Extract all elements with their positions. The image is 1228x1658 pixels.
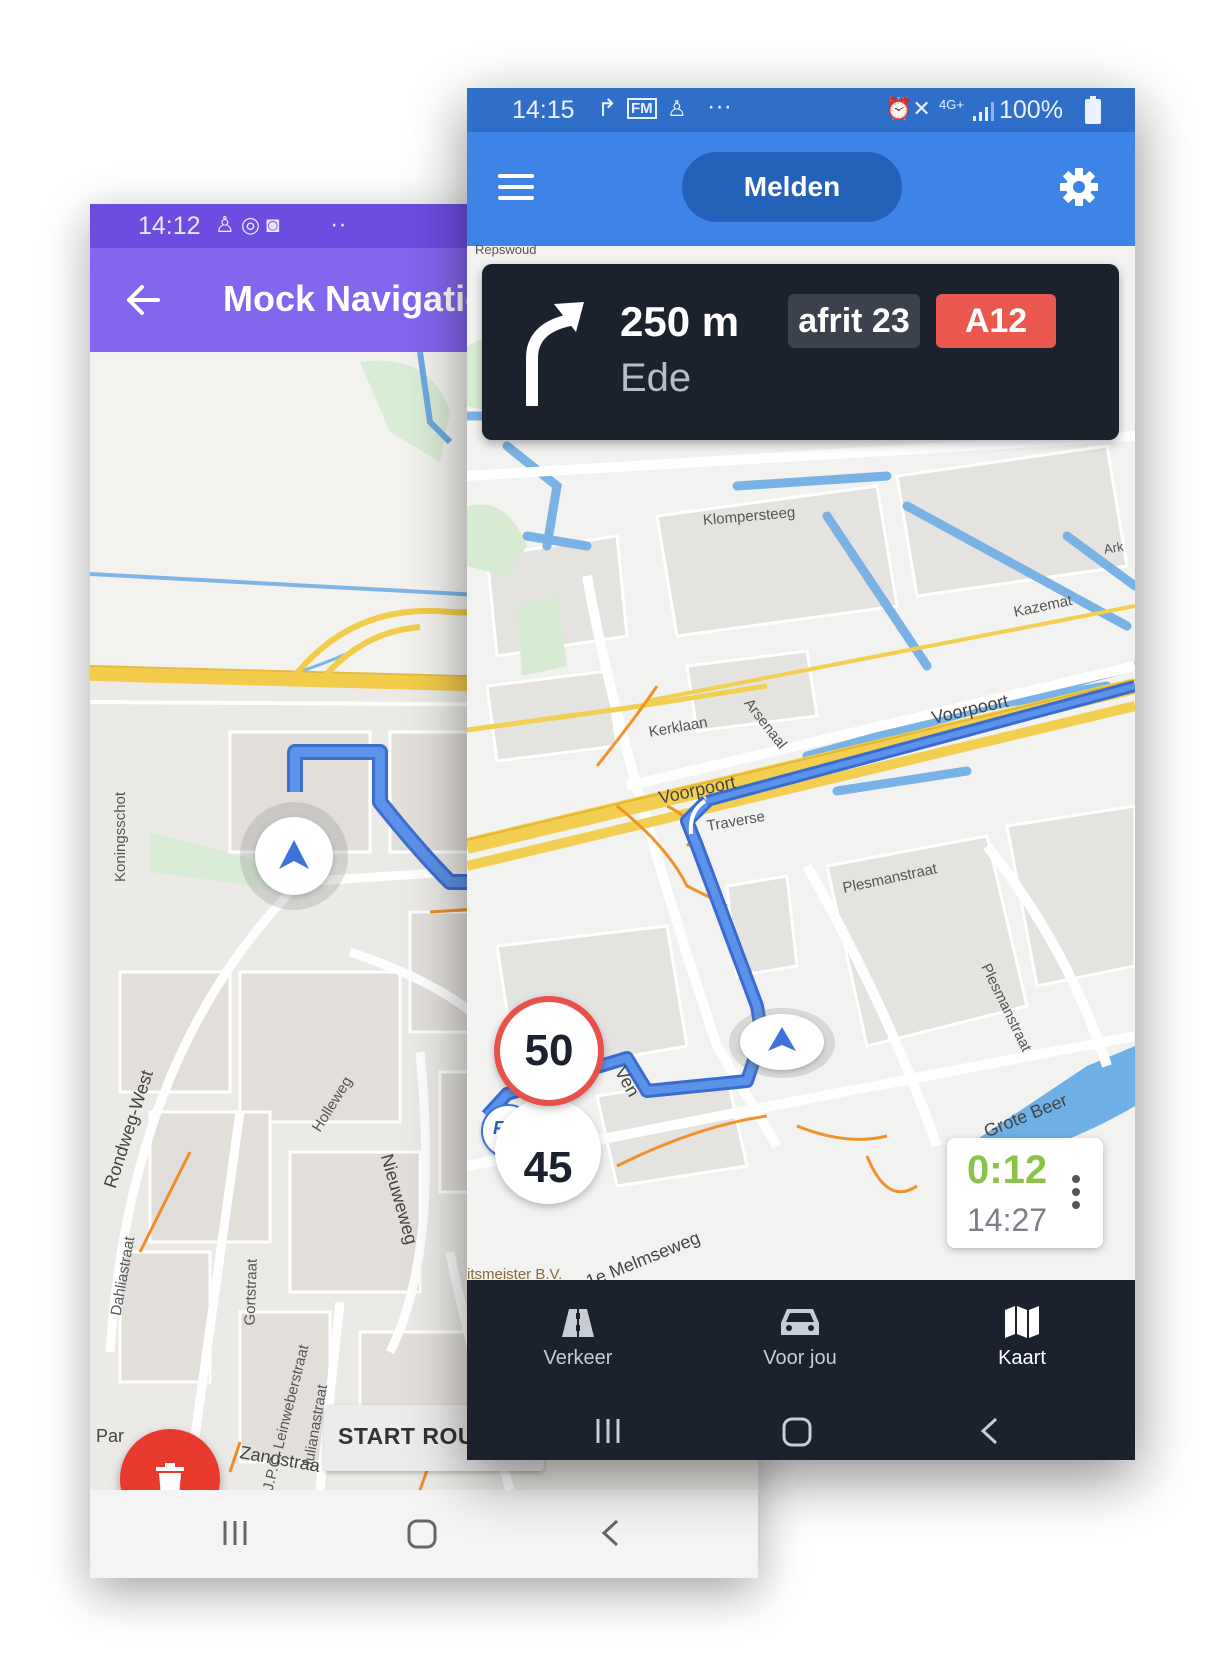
turn-distance: 250 m [620, 298, 740, 345]
start-route-label: START ROU [338, 1423, 475, 1449]
home-icon[interactable] [406, 1518, 438, 1550]
back-icon[interactable] [600, 1518, 620, 1548]
exit-badge-label: afrit 23 [798, 301, 910, 340]
map-label-par: Par [96, 1426, 125, 1446]
battery-icon [1085, 96, 1101, 124]
report-button-label: Melden [743, 171, 841, 202]
road-badge: A12 [936, 294, 1056, 348]
app-bar: Melden [467, 132, 1135, 246]
speed-limit-sign: 50 [494, 996, 604, 1106]
exit-badge: afrit 23 [788, 294, 920, 348]
turn-instruction-panel: 250 m Ede afrit 23 A12 [482, 264, 1119, 440]
back-icon[interactable] [979, 1416, 999, 1446]
signal-icon [973, 102, 994, 121]
tab-kaart-label: Kaart [998, 1347, 1046, 1369]
notification-icon: ♙ [667, 96, 687, 121]
eta-remaining: 0:12 [967, 1148, 1048, 1192]
navigation-arrow-icon [279, 840, 309, 869]
current-speed-value: 45 [523, 1143, 573, 1192]
tab-voor-jou-label: Voor jou [763, 1347, 837, 1369]
location-marker [255, 817, 333, 895]
current-speed: 45 [495, 1098, 601, 1204]
status-icons: ♙ ◎ ◙ [215, 212, 280, 237]
status-more-icon: ·· [330, 210, 347, 238]
tab-verkeer[interactable]: Verkeer [467, 1280, 689, 1370]
road-badge-label: A12 [964, 301, 1028, 340]
speed-limit-value: 50 [524, 1026, 574, 1075]
network-type: 4G+ [939, 97, 964, 112]
tab-verkeer-label: Verkeer [543, 1347, 613, 1369]
tab-kaart[interactable]: Kaart [911, 1280, 1133, 1370]
eta-arrival: 14:27 [967, 1202, 1048, 1238]
turn-right-arrow-icon [526, 302, 584, 406]
system-nav-bar [90, 1490, 758, 1578]
navigation-app-phone: 14:15 ↱ FM ♙ ··· ⏰✕ 4G+ 100% Melden Reps… [467, 88, 1135, 1460]
recents-icon[interactable] [220, 1518, 250, 1548]
status-time: 14:15 [512, 96, 575, 124]
battery-percentage: 100% [999, 96, 1063, 124]
bottom-tab-bar: Verkeer Voor jou Kaart [467, 1280, 1135, 1460]
page-title: Mock Navigatic [223, 278, 486, 319]
recents-icon[interactable] [593, 1416, 623, 1446]
more-options-icon[interactable] [1071, 1174, 1081, 1210]
map-label-koningsschot: Koningsschot [112, 791, 129, 882]
status-more-icon: ··· [707, 92, 732, 120]
fm-status-icon: FM [627, 98, 657, 119]
report-button[interactable]: Melden [682, 152, 902, 222]
back-arrow-icon[interactable] [126, 284, 160, 316]
home-icon[interactable] [781, 1416, 813, 1448]
map-icon [1005, 1306, 1039, 1338]
settings-gear-icon[interactable] [1059, 167, 1099, 207]
road-icon [562, 1309, 594, 1337]
turn-status-icon: ↱ [597, 95, 618, 122]
map-label-gortstraat: Gortstraat [241, 1258, 261, 1326]
location-marker [740, 1014, 824, 1070]
turn-destination: Ede [620, 356, 692, 400]
alarm-mute-icons: ⏰✕ [885, 96, 931, 121]
eta-card[interactable]: 0:12 14:27 [947, 1138, 1103, 1248]
navigation-arrow-icon [768, 1027, 796, 1051]
status-bar: 14:15 ↱ FM ♙ ··· ⏰✕ 4G+ 100% [467, 88, 1135, 132]
car-icon [781, 1309, 819, 1335]
tab-voor-jou[interactable]: Voor jou [689, 1280, 911, 1370]
status-time: 14:12 [138, 212, 201, 240]
map-label-repswoud: Repswoud [475, 242, 537, 257]
hamburger-menu-icon[interactable] [498, 173, 534, 201]
